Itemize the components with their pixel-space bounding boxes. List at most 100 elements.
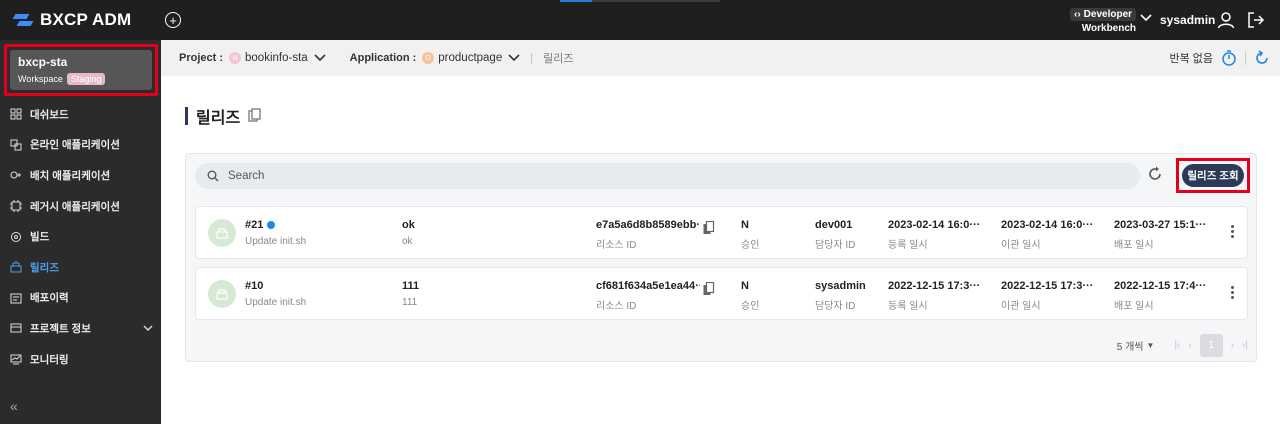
sidebar-item-project-info[interactable]: 프로젝트 정보 xyxy=(0,313,161,344)
sidebar-item-label: 모니터링 xyxy=(30,353,69,366)
sidebar-item-deploy-history[interactable]: 배포이력 xyxy=(0,283,161,314)
sidebar-item-online-app[interactable]: 온라인 애플리케이션 xyxy=(0,130,161,161)
first-page-icon[interactable]: |‹ xyxy=(1174,340,1180,351)
project-info-icon xyxy=(10,322,22,334)
resource-id-label: 리소스 ID xyxy=(596,240,637,251)
workspace-label: Workspace xyxy=(18,74,63,84)
release-number[interactable]: #10 xyxy=(245,280,263,292)
new-indicator xyxy=(267,221,276,229)
copy-icon[interactable] xyxy=(703,282,715,296)
release-number[interactable]: #21 xyxy=(245,219,263,231)
sidebar-item-batch-app[interactable]: 배치 애플리케이션 xyxy=(0,160,161,191)
sidebar-item-label: 레거시 애플리케이션 xyxy=(30,200,120,213)
application-select[interactable]: productpage xyxy=(438,52,502,64)
build-icon xyxy=(10,231,22,243)
workspace-badge: Staging xyxy=(66,73,106,85)
sidebar-item-dashboard[interactable]: 대쉬보드 xyxy=(0,99,161,130)
more-options-icon[interactable] xyxy=(1231,225,1235,240)
next-page-icon[interactable]: › xyxy=(1231,340,1234,351)
page-title-text: 릴리즈 xyxy=(196,110,241,127)
timer-icon[interactable] xyxy=(1221,49,1237,67)
registered-label: 등록 일시 xyxy=(888,301,928,312)
monitoring-icon xyxy=(10,353,22,365)
workbench-label: Workbench xyxy=(1081,23,1137,34)
legacy-app-icon xyxy=(10,200,22,213)
sidebar-item-label: 대쉬보드 xyxy=(30,108,69,121)
chevron-down-icon[interactable] xyxy=(1140,14,1152,22)
sidebar: bxcp-sta Workspace Staging 대쉬보드 온라인 애플리케… xyxy=(0,40,161,424)
release-description: Update init.sh xyxy=(245,297,307,308)
logo-text: BXCP ADM xyxy=(40,10,132,29)
project-label: Project : xyxy=(179,52,224,64)
breadcrumb-separator: | xyxy=(530,52,534,64)
developer-workbench-switch[interactable]: ‹› Developer Workbench xyxy=(1070,8,1137,34)
search-input[interactable]: Search xyxy=(195,163,1140,189)
title-accent-bar xyxy=(185,107,188,125)
code-icon: ‹› xyxy=(1074,9,1081,20)
deploy-history-icon xyxy=(10,292,22,304)
release-avatar-icon xyxy=(208,280,236,308)
caret-down-icon: ▼ xyxy=(1146,341,1155,350)
top-bar: BXCP ADM + ‹› Developer Workbench sysadmi… xyxy=(0,0,1280,40)
deployed-label: 배포 일시 xyxy=(1114,301,1154,312)
copy-icon[interactable] xyxy=(248,108,262,124)
per-page-select[interactable]: 5 개씩 ▼ xyxy=(1117,338,1155,353)
prev-page-icon[interactable]: ‹ xyxy=(1188,340,1191,351)
project-select[interactable]: bookinfo-sta xyxy=(245,52,308,64)
sidebar-item-monitoring[interactable]: 모니터링 xyxy=(0,344,161,375)
deployed-label: 배포 일시 xyxy=(1114,240,1154,251)
divider xyxy=(1245,51,1246,65)
table-row[interactable]: #21 Update init.sh ok ok e7a5a6d8b8589ebb… xyxy=(195,206,1248,259)
release-name-sub: 111 xyxy=(402,297,418,308)
per-page-value: 5 개씩 xyxy=(1116,342,1144,353)
repeat-setting-label: 반복 없음 xyxy=(1169,53,1213,65)
sidebar-item-label: 릴리즈 xyxy=(30,261,59,274)
transferred-date: 2023-02-14 16:0··· xyxy=(1001,219,1093,231)
loading-indicator xyxy=(560,0,720,2)
context-bar: Project : N bookinfo-sta Application : O… xyxy=(161,40,1280,76)
username[interactable]: sysadmin xyxy=(1160,13,1215,27)
refresh-icon[interactable] xyxy=(1254,50,1270,66)
release-icon xyxy=(10,261,22,273)
workspace-name: bxcp-sta xyxy=(18,55,68,69)
batch-app-icon xyxy=(10,169,22,181)
sidebar-item-label: 배치 애플리케이션 xyxy=(30,169,111,182)
developer-label: Developer xyxy=(1083,9,1133,20)
sidebar-item-build[interactable]: 빌드 xyxy=(0,221,161,252)
search-placeholder: Search xyxy=(228,170,265,182)
logout-icon[interactable] xyxy=(1247,11,1265,29)
last-page-icon[interactable]: ›| xyxy=(1242,340,1248,351)
sidebar-item-legacy-app[interactable]: 레거시 애플리케이션 xyxy=(0,191,161,222)
release-name: 111 xyxy=(402,280,420,292)
release-name-sub: ok xyxy=(402,236,413,247)
deployed-date: 2023-03-27 15:1··· xyxy=(1114,219,1206,231)
copy-icon[interactable] xyxy=(703,221,715,235)
workspace-selector[interactable]: bxcp-sta Workspace Staging xyxy=(4,44,158,96)
app-logo[interactable]: BXCP ADM xyxy=(12,10,131,30)
more-options-icon[interactable] xyxy=(1231,286,1235,301)
chevron-down-icon[interactable] xyxy=(508,54,520,62)
resource-id-label: 리소스 ID xyxy=(596,301,637,312)
dashboard-icon xyxy=(10,108,22,120)
sidebar-item-release[interactable]: 릴리즈 xyxy=(0,252,161,283)
sidebar-item-label: 빌드 xyxy=(30,231,50,244)
user-icon[interactable] xyxy=(1217,11,1235,29)
release-name: ok xyxy=(402,219,415,231)
release-description: Update init.sh xyxy=(245,236,307,247)
online-app-icon xyxy=(10,139,22,151)
deployed-date: 2022-12-15 17:4··· xyxy=(1114,280,1206,292)
collapse-sidebar-icon[interactable]: « xyxy=(10,398,18,414)
refresh-list-icon[interactable] xyxy=(1147,166,1163,182)
page-number[interactable]: 1 xyxy=(1199,334,1223,357)
sidebar-item-label: 배포이력 xyxy=(30,292,69,305)
sidebar-nav: 대쉬보드 온라인 애플리케이션 배치 애플리케이션 레거시 애플리케이션 빌드 … xyxy=(0,99,161,374)
table-row[interactable]: #10 Update init.sh 111 111 cf681f634a5e1e… xyxy=(195,267,1248,320)
logo-icon xyxy=(12,11,34,29)
chevron-down-icon[interactable] xyxy=(314,54,326,62)
application-label: Application : xyxy=(349,52,417,64)
add-icon[interactable]: + xyxy=(165,12,181,28)
registered-date: 2022-12-15 17:3··· xyxy=(888,280,980,292)
resource-id: e7a5a6d8b8589ebb··· xyxy=(596,219,700,231)
transferred-label: 이관 일시 xyxy=(1001,240,1041,251)
release-query-button[interactable]: 릴리즈 조회 xyxy=(1182,164,1244,187)
